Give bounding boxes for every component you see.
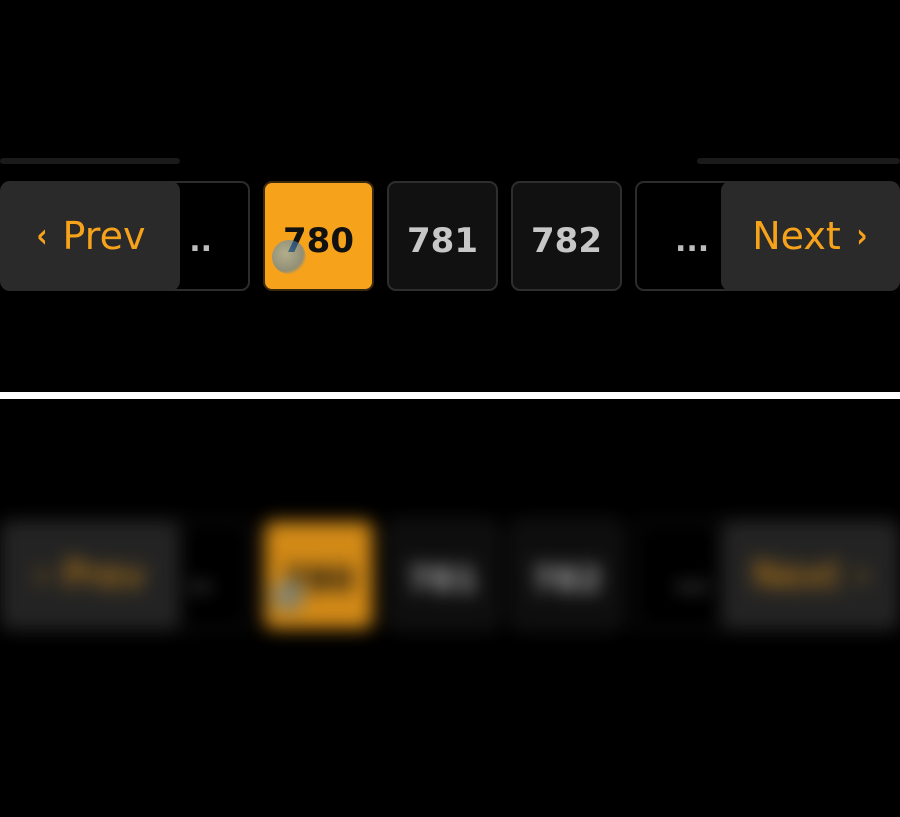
page-number: 781 — [407, 560, 478, 600]
next-label: Next — [752, 553, 841, 597]
next-button[interactable]: Next › — [721, 181, 900, 291]
watermark-logo — [272, 240, 306, 274]
page-number: 781 — [407, 221, 478, 261]
prev-button[interactable]: ‹ Prev — [0, 520, 180, 630]
divider — [0, 392, 900, 399]
watermark-logo — [272, 579, 306, 613]
prev-button[interactable]: ‹ Prev — [0, 181, 180, 291]
divider-line — [697, 158, 900, 164]
page-button-780[interactable]: 780 — [263, 181, 374, 291]
pagination-panel-sharp: ‹ Prev .. 780 781 782 ... Next › — [0, 0, 900, 392]
ellipsis-text: .. — [189, 563, 212, 598]
divider-line — [0, 158, 180, 164]
prev-label: Prev — [62, 214, 146, 258]
pagination-bar: ‹ Prev .. 780 781 782 ... Next › — [0, 176, 900, 296]
page-button-781[interactable]: 781 — [387, 181, 498, 291]
ellipsis-text: .. — [189, 224, 212, 259]
page-button-781[interactable]: 781 — [387, 520, 498, 630]
ellipsis-text: ... — [675, 563, 710, 598]
prev-label: Prev — [62, 553, 146, 597]
pagination-bar: ‹ Prev .. 780 781 782 ... Next › — [0, 515, 900, 635]
page-button-780[interactable]: 780 — [263, 520, 374, 630]
page-button-782[interactable]: 782 — [511, 181, 622, 291]
chevron-left-icon: ‹ — [35, 216, 48, 256]
next-label: Next — [752, 214, 841, 258]
next-button[interactable]: Next › — [721, 520, 900, 630]
chevron-right-icon: › — [856, 555, 868, 595]
page-number: 782 — [531, 221, 602, 261]
ellipsis-text: ... — [675, 224, 710, 259]
chevron-left-icon: ‹ — [35, 555, 48, 595]
page-button-782[interactable]: 782 — [511, 520, 622, 630]
chevron-right-icon: › — [856, 216, 868, 256]
page-number: 782 — [531, 560, 602, 600]
pagination-panel-blurred: ‹ Prev .. 780 781 782 ... Next › — [0, 399, 900, 817]
